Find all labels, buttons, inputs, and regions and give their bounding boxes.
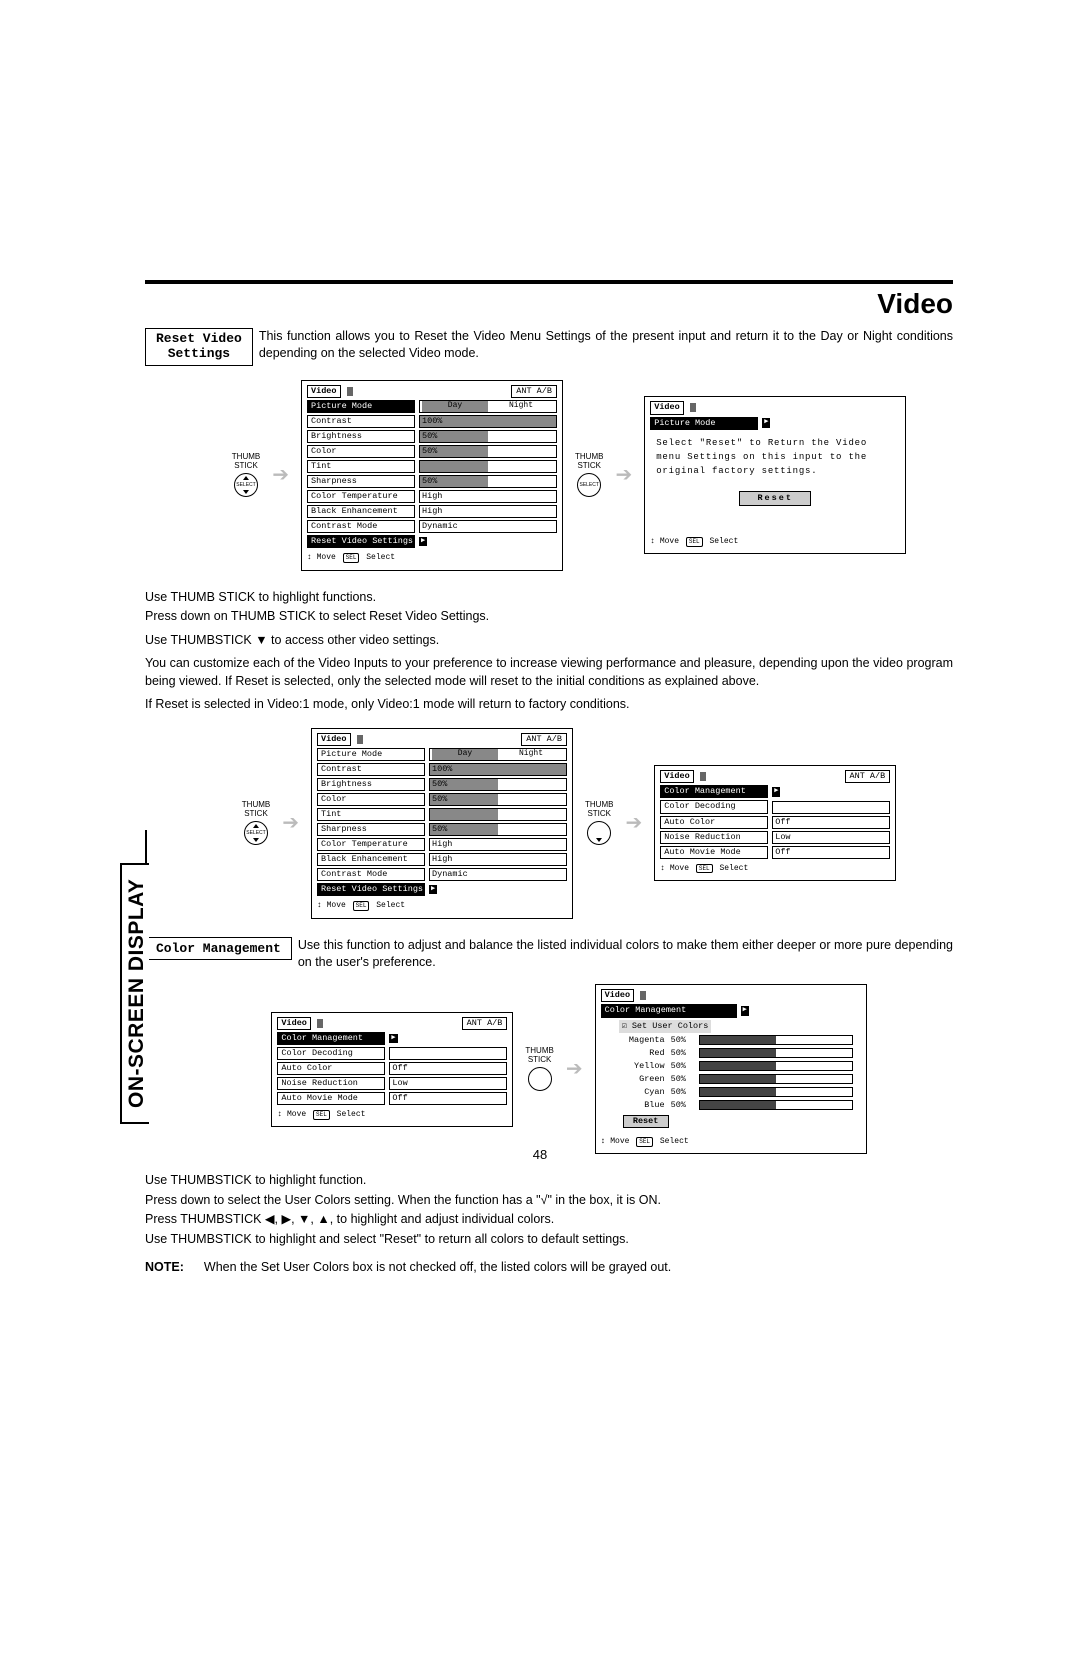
color-row[interactable]: Cyan50% (619, 1087, 853, 1098)
reset-section-desc: This function allows you to Reset the Vi… (259, 328, 953, 362)
osd-item-picture-mode: Picture Mode (650, 417, 758, 430)
go-arrow-icon: ▶ (741, 1006, 749, 1015)
note-label: NOTE: (145, 1260, 184, 1274)
thumbstick-icon: THUMB STICK (525, 1047, 553, 1091)
user-colors-panel: ☑ Set User Colors Magenta50% Red50% Yellow… (619, 1020, 853, 1128)
instruction-line: If Reset is selected in Video:1 mode, on… (145, 696, 953, 714)
figure-row-2: THUMB STICK ➔ VideoANT A/BPicture ModeDa… (185, 728, 953, 919)
arrow-right-icon: ➔ (272, 465, 289, 485)
thumbstick-icon: THUMB STICK (575, 453, 603, 497)
color-mgmt-section-header: Color Management Use this function to ad… (145, 937, 953, 971)
note-text: When the Set User Colors box is not chec… (204, 1260, 671, 1274)
thumbstick-down-icon (587, 821, 611, 845)
reset-button[interactable]: Reset (739, 491, 811, 506)
content-area: Video Reset Video Settings This function… (145, 280, 953, 1274)
osd-video-menu-2: VideoANT A/BPicture ModeDayNightContrast… (311, 728, 573, 919)
color-mgmt-section-desc: Use this function to adjust and balance … (298, 937, 953, 971)
set-user-colors-checkbox[interactable]: ☑ Set User Colors (619, 1020, 712, 1033)
go-arrow-icon: ▶ (762, 418, 770, 427)
color-management-label: Color Management (145, 937, 292, 960)
thumbstick-select-icon (234, 473, 258, 497)
osd-reset-confirmation: Video Picture Mode ▶ Select "Reset" to R… (644, 396, 906, 554)
instruction-line: Use THUMBSTICK ▼ to access other video s… (145, 632, 953, 650)
color-instructions: Use THUMBSTICK to highlight function. Pr… (145, 1172, 953, 1248)
reset-label-line2: Settings (168, 346, 230, 361)
color-row[interactable]: Red50% (619, 1048, 853, 1059)
cursor-icon (640, 991, 646, 1000)
instruction-line: Press down to select the User Colors set… (145, 1192, 953, 1210)
thumbstick-select-icon (577, 473, 601, 497)
instruction-line: Use THUMB STICK to highlight functions. (145, 589, 953, 607)
thumbstick-icon: THUMB STICK (585, 801, 613, 845)
osd-item-color-management: Color Management (601, 1004, 737, 1017)
instruction-line: Use THUMBSTICK to highlight and select "… (145, 1231, 953, 1249)
arrow-right-icon: ➔ (566, 1059, 583, 1079)
osd-title: Video (650, 401, 684, 414)
color-row[interactable]: Green50% (619, 1074, 853, 1085)
cursor-icon (690, 403, 696, 412)
figure-row-1: THUMB STICK ➔ VideoANT A/BPicture ModeDa… (185, 380, 953, 571)
top-rule (145, 280, 953, 284)
note-row: NOTE: When the Set User Colors box is no… (145, 1260, 953, 1274)
document-page: Video Reset Video Settings This function… (0, 0, 1080, 1669)
color-row[interactable]: Magenta50% (619, 1035, 853, 1046)
osd-color-mgmt-menu-2: VideoANT A/BColor Management▶Color Decod… (271, 1012, 513, 1128)
instruction-line: You can customize each of the Video Inpu… (145, 655, 953, 690)
reset-section-header: Reset Video Settings This function allow… (145, 328, 953, 366)
osd-video-menu-1: VideoANT A/BPicture ModeDayNightContrast… (301, 380, 563, 571)
osd-footer: ↕ Move SEL Select (650, 537, 900, 547)
page-number: 48 (0, 1147, 1080, 1162)
arrow-right-icon: ➔ (282, 813, 299, 833)
side-tab-label: ON-SCREEN DISPLAY (120, 863, 149, 1124)
thumbstick-icon: THUMB STICK (232, 453, 260, 497)
page-title: Video (145, 288, 953, 320)
osd-set-user-colors: Video Color Management ▶ ☑ Set User Colo… (595, 984, 867, 1154)
instruction-line: Use THUMBSTICK to highlight function. (145, 1172, 953, 1190)
arrow-right-icon: ➔ (615, 465, 632, 485)
color-row[interactable]: Yellow50% (619, 1061, 853, 1072)
osd-title: Video (601, 989, 635, 1002)
arrow-right-icon: ➔ (625, 813, 642, 833)
thumbstick-icon: THUMB STICK (242, 801, 270, 845)
thumbstick-circle-icon (528, 1067, 552, 1091)
reset-label-line1: Reset Video (156, 331, 242, 346)
instruction-line: Press down on THUMB STICK to select Rese… (145, 608, 953, 626)
thumbstick-select-icon (244, 821, 268, 845)
reset-instructions: Use THUMB STICK to highlight functions. … (145, 589, 953, 714)
reset-video-settings-label: Reset Video Settings (145, 328, 253, 366)
figure-row-3: VideoANT A/BColor Management▶Color Decod… (185, 984, 953, 1154)
osd-footer: ↕ Move SEL Select (601, 1137, 861, 1147)
reset-message: Select "Reset" to Return the Video menu … (650, 432, 900, 489)
instruction-line: Press THUMBSTICK ◀, ▶, ▼, ▲, to highligh… (145, 1211, 953, 1229)
color-rows: Magenta50% Red50% Yellow50% Green50% Cyan50%… (619, 1035, 853, 1111)
colors-reset-button[interactable]: Reset (623, 1115, 669, 1128)
color-row[interactable]: Blue50% (619, 1100, 853, 1111)
osd-color-mgmt-menu-1: VideoANT A/BColor Management▶Color Decod… (654, 765, 896, 881)
